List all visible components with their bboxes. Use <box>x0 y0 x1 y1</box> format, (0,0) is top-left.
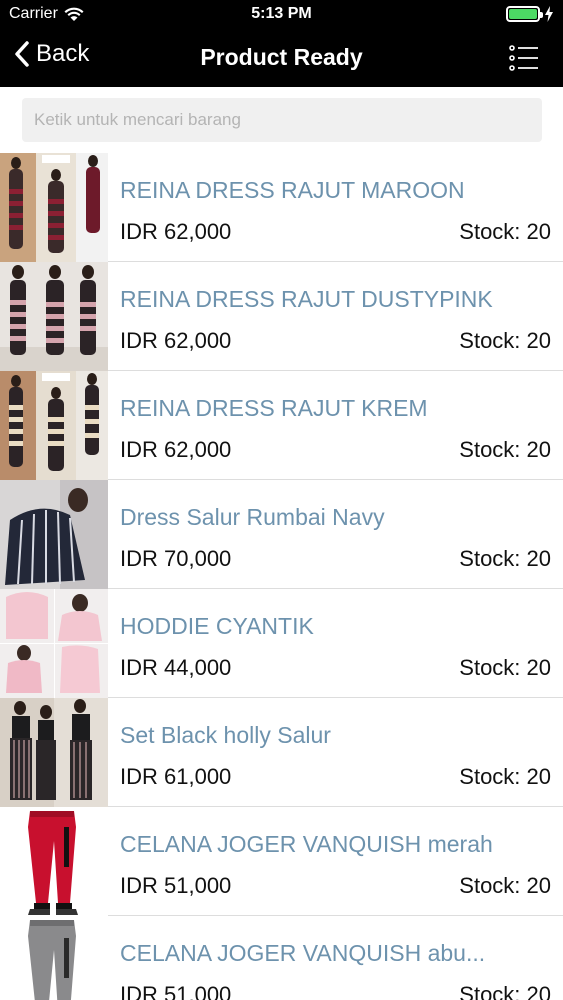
product-stock: Stock: 20 <box>459 437 551 462</box>
product-row[interactable]: REINA DRESS RAJUT KREM IDR 62,000 Stock:… <box>0 371 563 480</box>
battery-icon <box>506 6 543 22</box>
product-stock: Stock: 20 <box>459 873 551 898</box>
navigation-bar: Back Product Ready <box>0 30 563 87</box>
product-stock: Stock: 20 <box>459 546 551 571</box>
product-price: IDR 62,000 <box>120 437 232 462</box>
product-price: IDR 44,000 <box>120 655 232 680</box>
product-thumbnail <box>0 262 108 371</box>
product-price: IDR 62,000 <box>120 219 232 244</box>
top-bar: Carrier 5:13 PM Back Product Ready <box>0 0 563 87</box>
product-name: CELANA JOGER VANQUISH merah <box>120 831 493 857</box>
page-title: Product Ready <box>200 44 363 70</box>
product-thumbnail <box>0 807 108 916</box>
product-row[interactable]: REINA DRESS RAJUT MAROON IDR 62,000 Stoc… <box>0 153 563 262</box>
product-row[interactable]: CELANA JOGER VANQUISH abu... IDR 51,000 … <box>0 916 563 1000</box>
product-name: HODDIE CYANTIK <box>120 613 314 639</box>
product-price: IDR 70,000 <box>120 546 232 571</box>
product-name: REINA DRESS RAJUT DUSTYPINK <box>120 286 493 312</box>
status-time: 5:13 PM <box>251 5 312 22</box>
product-price: IDR 51,000 <box>120 982 232 1000</box>
product-thumbnail <box>0 480 108 589</box>
product-name: CELANA JOGER VANQUISH abu... <box>120 940 486 966</box>
product-name: Set Black holly Salur <box>120 722 331 748</box>
search-input[interactable] <box>22 98 542 142</box>
product-price: IDR 61,000 <box>120 764 232 789</box>
charging-bolt-icon <box>545 6 553 22</box>
product-row[interactable]: HODDIE CYANTIK IDR 44,000 Stock: 20 <box>0 589 563 698</box>
product-row[interactable]: Dress Salur Rumbai Navy IDR 70,000 Stock… <box>0 480 563 589</box>
product-name: Dress Salur Rumbai Navy <box>120 504 385 530</box>
search-area <box>0 87 563 153</box>
product-stock: Stock: 20 <box>459 764 551 789</box>
product-price: IDR 51,000 <box>120 873 232 898</box>
product-stock: Stock: 20 <box>459 328 551 353</box>
product-stock: Stock: 20 <box>459 655 551 680</box>
product-thumbnail <box>0 371 108 480</box>
product-thumbnail <box>0 698 108 807</box>
product-row[interactable]: Set Black holly Salur IDR 61,000 Stock: … <box>0 698 563 807</box>
product-row[interactable]: CELANA JOGER VANQUISH merah IDR 51,000 S… <box>0 807 563 916</box>
product-thumbnail <box>0 589 108 698</box>
product-list: REINA DRESS RAJUT MAROON IDR 62,000 Stoc… <box>0 153 563 1000</box>
product-thumbnail <box>0 153 108 262</box>
status-bar: Carrier 5:13 PM <box>0 0 563 30</box>
product-name: REINA DRESS RAJUT MAROON <box>120 177 465 203</box>
product-stock: Stock: 20 <box>459 982 551 1000</box>
product-stock: Stock: 20 <box>459 219 551 244</box>
product-row[interactable]: REINA DRESS RAJUT DUSTYPINK IDR 62,000 S… <box>0 262 563 371</box>
battery-indicator <box>506 6 554 22</box>
product-thumbnail <box>0 916 108 1000</box>
list-menu-icon[interactable] <box>509 44 539 72</box>
product-name: REINA DRESS RAJUT KREM <box>120 395 428 421</box>
product-price: IDR 62,000 <box>120 328 232 353</box>
